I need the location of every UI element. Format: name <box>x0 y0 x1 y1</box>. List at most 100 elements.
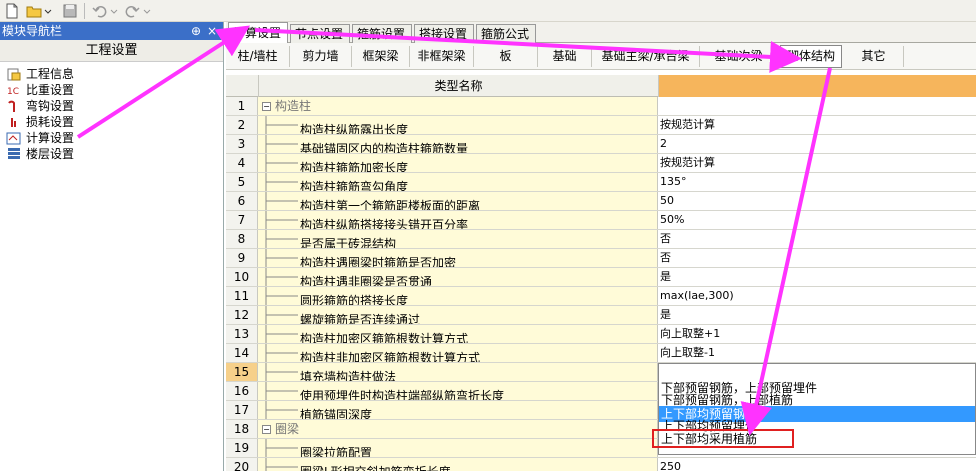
row-name-cell: 植筋锚固深度 <box>258 401 658 419</box>
tree-line <box>258 344 300 362</box>
row-value-cell[interactable]: 按规范计算 <box>658 154 976 172</box>
row-value-cell[interactable]: 50% <box>658 211 976 229</box>
table-row[interactable]: 8 是否属于砖混结构 否 <box>226 230 976 249</box>
chevron-down-icon[interactable] <box>44 3 52 19</box>
row-name-cell: 圈梁L形相交斜加筋弯折长度 <box>258 458 658 471</box>
subtab-masonry[interactable]: 砌体结构 <box>780 45 842 68</box>
row-number: 16 <box>226 382 258 400</box>
tree-line <box>258 135 300 153</box>
row-name-text: 构造柱 <box>275 99 312 113</box>
table-row[interactable]: 5 构造柱箍筋弯勾角度 135° <box>226 173 976 192</box>
table-row[interactable]: 13 构造柱加密区箍筋根数计算方式 向上取整+1 <box>226 325 976 344</box>
table-row[interactable]: 12 螺旋箍筋是否连续通过 是 <box>226 306 976 325</box>
nav-item-hook[interactable]: 弯钩设置 <box>0 98 223 114</box>
table-row[interactable]: 6 构造柱第一个箍筋距楼板面的距离 50 <box>226 192 976 211</box>
table-row[interactable]: 20 圈梁L形相交斜加筋弯折长度 250 <box>226 458 976 471</box>
row-name-cell: 是否属于砖混结构 <box>258 230 658 248</box>
row-value-cell[interactable]: 按规范计算 <box>658 116 976 134</box>
component-tabs: 柱/墙柱 剪力墙 框架梁 非框架梁 板 基础 基础主梁/承台梁 基础次梁 砌体结… <box>226 43 976 70</box>
table-row[interactable]: 9 构造柱遇圈梁时箍筋是否加密 否 <box>226 249 976 268</box>
nav-item-label: 工程信息 <box>26 67 75 81</box>
row-value-cell[interactable]: max(lae,300) <box>658 287 976 305</box>
row-value-cell[interactable]: 否 <box>658 249 976 267</box>
nav-item-calc[interactable]: 计算设置 <box>0 130 223 146</box>
row-value-cell[interactable]: 是 <box>658 268 976 286</box>
column-header-name: 类型名称 <box>258 75 658 97</box>
table-row[interactable]: 10 构造柱遇非圈梁是否贯通 是 <box>226 268 976 287</box>
row-name-text: 构造柱纵筋搭接接头错开百分率 <box>300 218 469 229</box>
tab-stirrup-settings[interactable]: 箍筋设置 <box>352 24 412 43</box>
nav-item-floor[interactable]: 楼层设置 <box>0 146 223 162</box>
row-value-cell[interactable]: 否 <box>658 230 976 248</box>
project-info-icon <box>6 67 22 81</box>
row-name-text: 是否属于砖混结构 <box>300 237 397 248</box>
row-name-cell: 圆形箍筋的搭接长度 <box>258 287 658 305</box>
app-window: 模块导航栏 ⊕ × 工程设置 工程信息 1C 比重设置 弯钩设置 损耗设置 计算… <box>0 0 976 471</box>
settings-tabs: 计算设置 节点设置 箍筋设置 搭接设置 箍筋公式 <box>226 22 976 43</box>
table-row[interactable]: 1− 构造柱 <box>226 97 976 116</box>
subtab-slab[interactable]: 板 <box>474 46 538 67</box>
tree-line <box>258 287 300 305</box>
row-name-text: 圈梁 <box>275 422 300 436</box>
undo-icon[interactable] <box>92 3 108 19</box>
table-row[interactable]: 3 基础锚固区内的构造柱箍筋数量 2 <box>226 135 976 154</box>
nav-item-loss[interactable]: 损耗设置 <box>0 114 223 130</box>
collapse-icon[interactable]: − <box>262 425 271 434</box>
row-value-cell[interactable]: 135° <box>658 173 976 191</box>
row-value-cell[interactable]: 向上取整-1 <box>658 344 976 362</box>
tree-line <box>258 401 300 419</box>
tree-line <box>258 154 300 172</box>
subtab-shear-wall[interactable]: 剪力墙 <box>290 46 352 67</box>
row-number: 14 <box>226 344 258 362</box>
redo-icon[interactable] <box>124 3 140 19</box>
tree-line <box>258 439 300 457</box>
subtab-column[interactable]: 柱/墙柱 <box>226 46 290 67</box>
tab-lap-settings[interactable]: 搭接设置 <box>414 24 474 43</box>
nav-item-project-info[interactable]: 工程信息 <box>0 66 223 82</box>
subtab-other[interactable]: 其它 <box>844 46 904 67</box>
tree-line <box>258 192 300 210</box>
tab-stirrup-formula[interactable]: 箍筋公式 <box>476 24 536 43</box>
chevron-down-icon[interactable] <box>110 3 118 19</box>
table-row[interactable]: 4 构造柱箍筋加密长度 按规范计算 <box>226 154 976 173</box>
row-name-text: 构造柱箍筋加密长度 <box>300 161 409 172</box>
table-row[interactable]: 7 构造柱纵筋搭接接头错开百分率 50% <box>226 211 976 230</box>
row-name-cell: 构造柱遇圈梁时箍筋是否加密 <box>258 249 658 267</box>
collapse-icon[interactable]: − <box>262 102 271 111</box>
table-row[interactable]: 11 圆形箍筋的搭接长度 max(lae,300) <box>226 287 976 306</box>
row-value-cell[interactable]: 50 <box>658 192 976 210</box>
nav-item-density[interactable]: 1C 比重设置 <box>0 82 223 98</box>
row-number: 8 <box>226 230 258 248</box>
row-value-cell[interactable]: 2 <box>658 135 976 153</box>
chevron-down-icon[interactable] <box>143 3 151 19</box>
row-name-cell: 使用预埋件时构造柱端部纵筋弯折长度 <box>258 382 658 400</box>
pin-icon[interactable]: ⊕ <box>191 22 201 40</box>
row-number: 13 <box>226 325 258 343</box>
row-value-cell[interactable]: 向上取整+1 <box>658 325 976 343</box>
row-name-cell: 构造柱纵筋露出长度 <box>258 116 658 134</box>
row-number: 19 <box>226 439 258 457</box>
subtab-non-frame-beam[interactable]: 非框架梁 <box>410 46 474 67</box>
open-folder-icon[interactable] <box>26 3 42 19</box>
tree-line <box>258 306 300 324</box>
row-name-cell: − 构造柱 <box>258 97 658 115</box>
tab-calc-settings[interactable]: 计算设置 <box>228 22 288 43</box>
subtab-foundation-secondary-beam[interactable]: 基础次梁 <box>700 46 778 67</box>
subtab-foundation[interactable]: 基础 <box>538 46 592 67</box>
row-number: 17 <box>226 401 258 419</box>
new-file-icon[interactable] <box>4 3 20 19</box>
tree-line <box>258 325 300 343</box>
table-row[interactable]: 14 构造柱非加密区箍筋根数计算方式 向上取整-1 <box>226 344 976 363</box>
row-value-cell[interactable] <box>658 97 976 115</box>
density-icon: 1C <box>6 83 22 97</box>
row-value-cell[interactable]: 是 <box>658 306 976 324</box>
table-row[interactable]: 2 构造柱纵筋露出长度 按规范计算 <box>226 116 976 135</box>
tree-line <box>258 458 300 471</box>
subtab-foundation-main-beam[interactable]: 基础主梁/承台梁 <box>592 46 700 67</box>
subtab-frame-beam[interactable]: 框架梁 <box>352 46 410 67</box>
row-value-cell[interactable]: 250 <box>658 458 976 471</box>
column-header-value <box>658 75 976 97</box>
close-icon[interactable]: × <box>207 22 217 40</box>
tab-node-settings[interactable]: 节点设置 <box>290 24 350 43</box>
save-icon[interactable] <box>62 3 78 19</box>
